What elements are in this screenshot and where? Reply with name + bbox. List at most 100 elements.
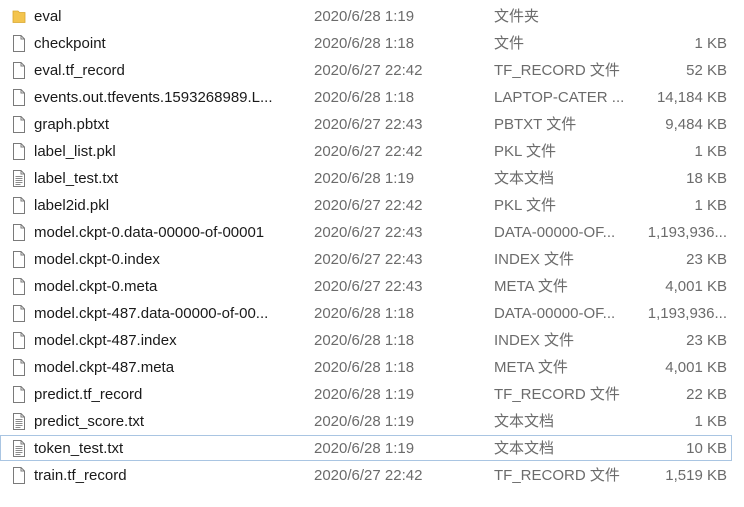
file-name: checkpoint	[34, 35, 106, 52]
folder-icon	[12, 8, 26, 25]
file-date-modified: 2020/6/27 22:43	[314, 278, 423, 295]
file-row[interactable]: model.ckpt-0.meta 2020/6/27 22:43 META 文件 4…	[0, 273, 732, 299]
file-row[interactable]: label2id.pkl 2020/6/27 22:42 PKL 文件 1 KB	[0, 192, 732, 218]
file-size: 14,184 KB	[656, 89, 727, 106]
file-row[interactable]: events.out.tfevents.1593268989.L... 2020/…	[0, 84, 732, 110]
file-row[interactable]: train.tf_record 2020/6/27 22:42 TF_RECORD …	[0, 462, 732, 488]
file-date-modified: 2020/6/28 1:18	[314, 359, 415, 376]
file-row[interactable]: eval 2020/6/28 1:19 文件夹	[0, 3, 732, 29]
file-size: 1,193,936...	[647, 305, 727, 322]
file-name: predict.tf_record	[34, 386, 143, 403]
file-date-modified: 2020/6/28 1:18	[314, 305, 415, 322]
file-size: 23 KB	[686, 251, 727, 268]
file-type: PKL 文件	[494, 143, 556, 160]
file-icon	[12, 332, 26, 349]
file-icon	[12, 467, 26, 484]
file-row[interactable]: model.ckpt-0.index 2020/6/27 22:43 INDEX 文…	[0, 246, 732, 272]
file-size: 4,001 KB	[665, 359, 727, 376]
file-date-modified: 2020/6/28 1:18	[314, 35, 415, 52]
file-row[interactable]: model.ckpt-487.data-00000-of-00... 2020/6…	[0, 300, 732, 326]
file-date-modified: 2020/6/28 1:19	[314, 170, 415, 187]
file-name: train.tf_record	[34, 467, 127, 484]
file-type: INDEX 文件	[494, 332, 575, 349]
file-size: 10 KB	[686, 440, 727, 457]
file-icon	[12, 359, 26, 376]
file-type: PKL 文件	[494, 197, 556, 214]
file-icon	[12, 116, 26, 133]
file-size: 22 KB	[686, 386, 727, 403]
text-file-icon	[12, 440, 26, 457]
file-icon	[12, 251, 26, 268]
file-date-modified: 2020/6/27 22:43	[314, 251, 423, 268]
file-date-modified: 2020/6/28 1:19	[314, 413, 415, 430]
file-type: 文件	[494, 35, 525, 52]
file-row[interactable]: predict.tf_record 2020/6/28 1:19 TF_RECORD…	[0, 381, 732, 407]
file-name: label2id.pkl	[34, 197, 110, 214]
file-type: 文本文档	[494, 440, 555, 457]
file-icon	[12, 197, 26, 214]
file-type: PBTXT 文件	[494, 116, 577, 133]
file-icon	[12, 305, 26, 322]
file-date-modified: 2020/6/28 1:18	[314, 332, 415, 349]
file-row[interactable]: model.ckpt-487.meta 2020/6/28 1:18 META 文件…	[0, 354, 732, 380]
file-date-modified: 2020/6/28 1:19	[314, 440, 415, 457]
file-name: label_list.pkl	[34, 143, 116, 160]
file-name: eval	[34, 8, 62, 25]
file-name: model.ckpt-487.meta	[34, 359, 175, 376]
file-name: model.ckpt-0.index	[34, 251, 160, 268]
file-date-modified: 2020/6/28 1:19	[314, 8, 415, 25]
file-size: 9,484 KB	[665, 116, 727, 133]
file-row[interactable]: checkpoint 2020/6/28 1:18 文件 1 KB	[0, 30, 732, 56]
file-date-modified: 2020/6/27 22:43	[314, 116, 423, 133]
file-size: 18 KB	[686, 170, 727, 187]
file-size: 23 KB	[686, 332, 727, 349]
file-row[interactable]: model.ckpt-487.index 2020/6/28 1:18 INDEX …	[0, 327, 732, 353]
file-icon	[12, 89, 26, 106]
file-name: eval.tf_record	[34, 62, 125, 79]
file-date-modified: 2020/6/27 22:42	[314, 143, 423, 160]
file-type: META 文件	[494, 278, 568, 295]
file-icon	[12, 278, 26, 295]
file-type: TF_RECORD 文件	[494, 467, 620, 484]
file-type: META 文件	[494, 359, 568, 376]
file-type: INDEX 文件	[494, 251, 575, 268]
file-row[interactable]: predict_score.txt 2020/6/28 1:19 文本文档 1 KB	[0, 408, 732, 434]
text-file-icon	[12, 170, 26, 187]
file-list: eval 2020/6/28 1:19 文件夹 checkpoint 2020/6/28…	[0, 0, 744, 507]
file-row[interactable]: graph.pbtxt 2020/6/27 22:43 PBTXT 文件 9,484 …	[0, 111, 732, 137]
file-row[interactable]: label_list.pkl 2020/6/27 22:42 PKL 文件 1 KB	[0, 138, 732, 164]
file-date-modified: 2020/6/27 22:43	[314, 224, 423, 241]
file-size: 1 KB	[694, 143, 727, 160]
file-size: 1 KB	[694, 197, 727, 214]
file-row[interactable]: eval.tf_record 2020/6/27 22:42 TF_RECORD 文…	[0, 57, 732, 83]
file-date-modified: 2020/6/27 22:42	[314, 197, 423, 214]
file-type: DATA-00000-OF...	[494, 224, 616, 241]
file-icon	[12, 62, 26, 79]
file-type: LAPTOP-CATER ...	[494, 89, 625, 106]
file-size: 1,519 KB	[665, 467, 727, 484]
file-type: 文本文档	[494, 170, 555, 187]
file-date-modified: 2020/6/27 22:42	[314, 467, 423, 484]
file-size: 1 KB	[694, 413, 727, 430]
file-date-modified: 2020/6/27 22:42	[314, 62, 423, 79]
file-date-modified: 2020/6/28 1:18	[314, 89, 415, 106]
file-icon	[12, 386, 26, 403]
file-name: predict_score.txt	[34, 413, 145, 430]
file-name: token_test.txt	[34, 440, 124, 457]
file-size: 1,193,936...	[647, 224, 727, 241]
file-name: model.ckpt-487.data-00000-of-00...	[34, 305, 269, 322]
file-type: TF_RECORD 文件	[494, 62, 620, 79]
file-name: model.ckpt-487.index	[34, 332, 177, 349]
file-size: 52 KB	[686, 62, 727, 79]
file-size: 1 KB	[694, 35, 727, 52]
file-name: label_test.txt	[34, 170, 119, 187]
file-row[interactable]: token_test.txt 2020/6/28 1:19 文本文档 10 KB	[0, 435, 732, 461]
file-icon	[12, 143, 26, 160]
file-row[interactable]: model.ckpt-0.data-00000-of-00001 2020/6/2…	[0, 219, 732, 245]
file-row[interactable]: label_test.txt 2020/6/28 1:19 文本文档 18 KB	[0, 165, 732, 191]
file-name: events.out.tfevents.1593268989.L...	[34, 89, 273, 106]
file-name: model.ckpt-0.meta	[34, 278, 158, 295]
file-icon	[12, 35, 26, 52]
file-type: TF_RECORD 文件	[494, 386, 620, 403]
file-name: model.ckpt-0.data-00000-of-00001	[34, 224, 265, 241]
